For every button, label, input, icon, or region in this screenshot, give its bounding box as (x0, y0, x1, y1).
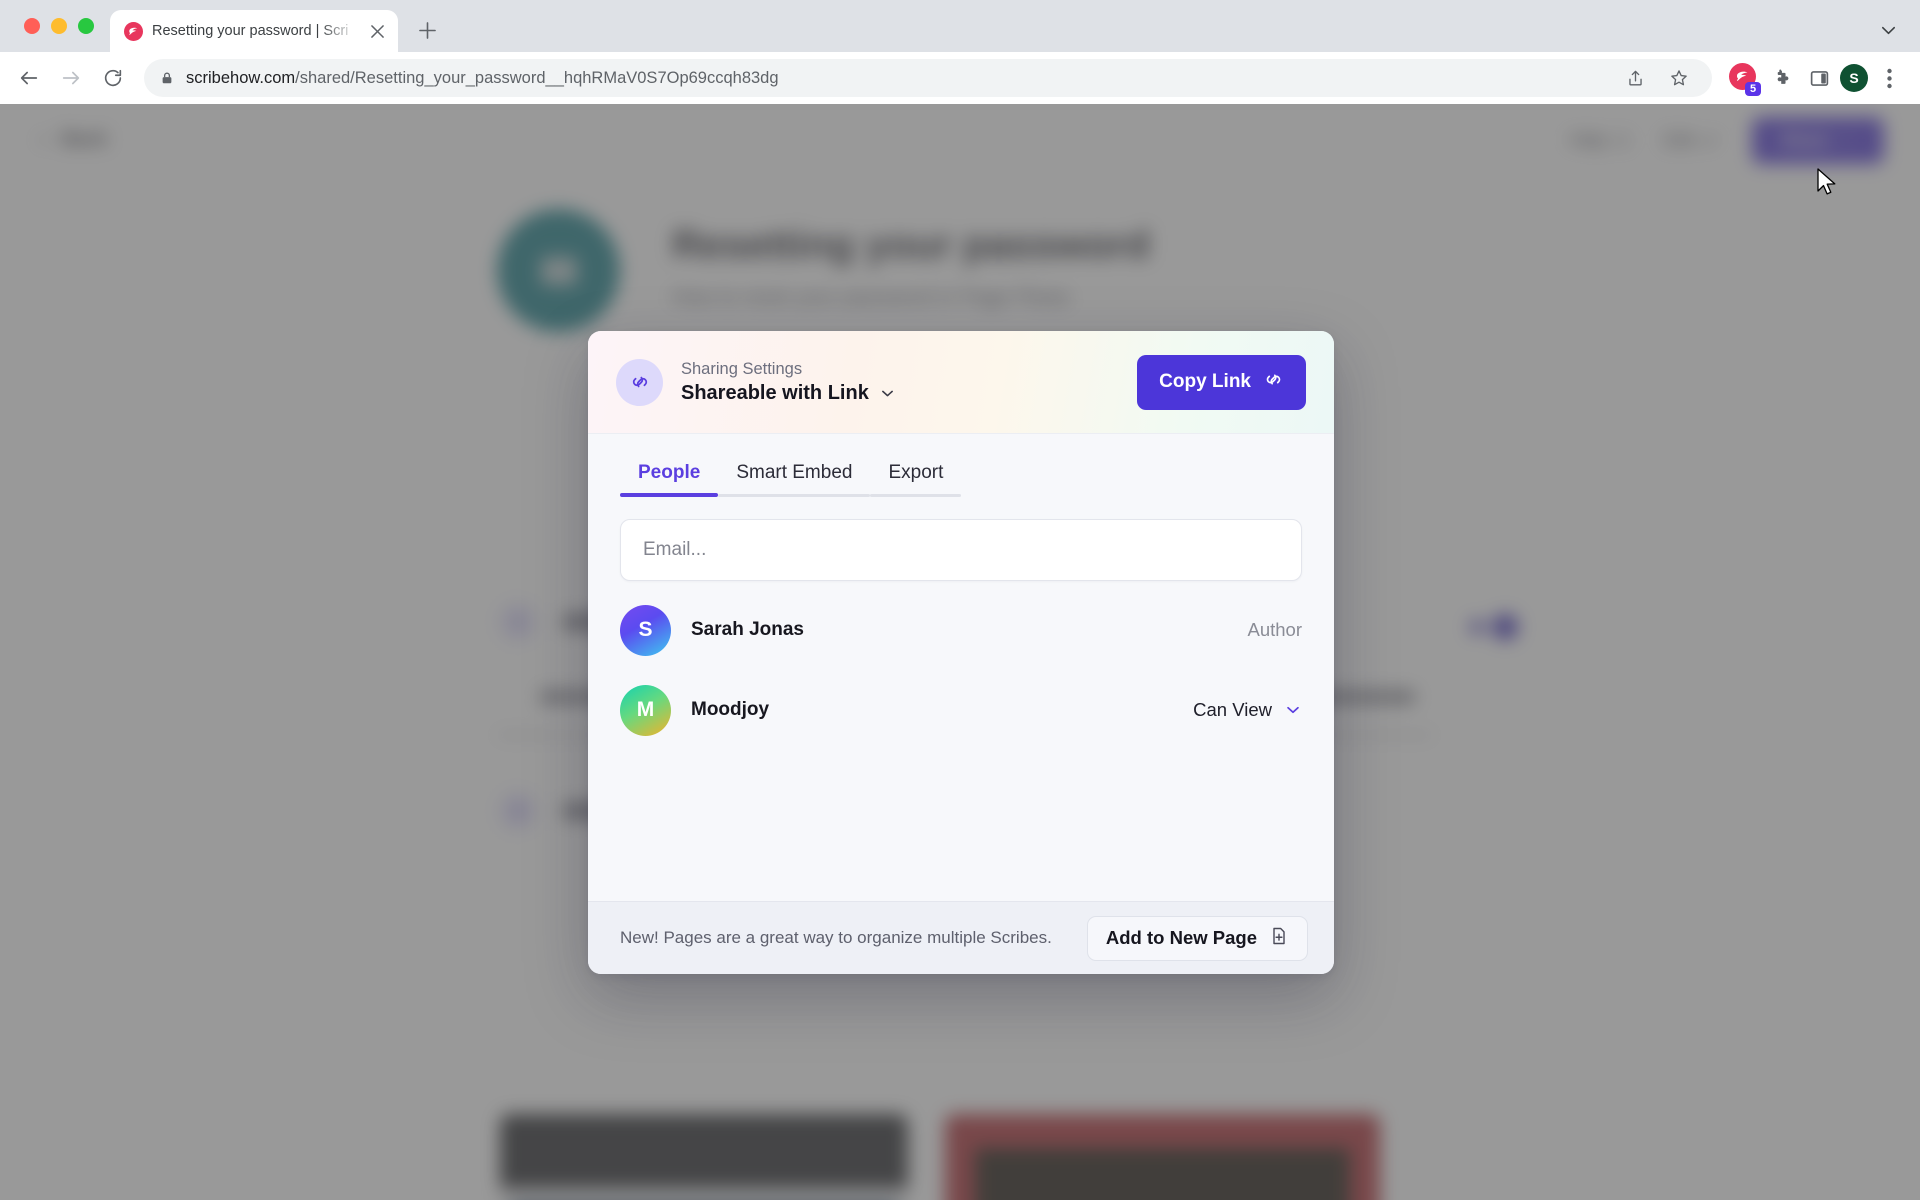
sharing-settings-label: Sharing Settings (681, 359, 803, 378)
browser-tab-strip: Resetting your password | Scri (0, 0, 1920, 52)
lock-icon (160, 71, 174, 85)
maximize-window-button[interactable] (78, 18, 94, 34)
browser-tab-active[interactable]: Resetting your password | Scri (110, 10, 398, 52)
add-to-new-page-button[interactable]: Add to New Page (1086, 915, 1308, 961)
person-row-author: S Sarah Jonas Author (620, 599, 1302, 661)
tab-people-underline (620, 493, 719, 497)
person-permission-dropdown[interactable]: Can View (1193, 699, 1302, 721)
add-to-new-page-label: Add to New Page (1105, 927, 1257, 948)
chevron-down-icon (1284, 701, 1302, 719)
scribe-extension-icon[interactable]: 5 (1726, 61, 1761, 96)
modal-footer: New! Pages are a great way to organize m… (588, 901, 1334, 974)
copy-link-label: Copy Link (1159, 371, 1251, 392)
modal-header-texts: Sharing Settings Shareable with Link (681, 360, 896, 405)
url-host: scribehow.com (186, 68, 296, 87)
browser-tab-title: Resetting your password | Scri (152, 23, 349, 39)
avatar-sarah-jonas: S (620, 604, 671, 656)
person-permission-value: Can View (1193, 699, 1272, 720)
tab-people-label: People (638, 462, 701, 483)
share-mode-value: Shareable with Link (681, 381, 869, 404)
copy-link-icon (1263, 369, 1284, 396)
address-bar[interactable]: scribehow.com/shared/Resetting_your_pass… (144, 59, 1712, 97)
minimize-window-button[interactable] (51, 18, 67, 34)
person-row-moodjoy: M Moodjoy Can View (620, 679, 1302, 741)
tab-export-underline (870, 494, 962, 497)
browser-window: Resetting your password | Scri scribehow… (0, 0, 1920, 1200)
profile-avatar[interactable]: S (1840, 64, 1868, 92)
tab-export[interactable]: Export (870, 462, 962, 497)
mouse-cursor (1817, 168, 1839, 198)
side-panel-icon[interactable] (1802, 61, 1836, 95)
person-name: Moodjoy (691, 699, 770, 720)
close-window-button[interactable] (24, 18, 40, 34)
person-role-wrap: Author (1247, 619, 1302, 641)
puzzle-icon[interactable] (1764, 61, 1798, 95)
avatar-initial: S (638, 618, 653, 641)
close-tab-button[interactable] (366, 20, 388, 42)
person-role-author: Author (1247, 619, 1302, 640)
reload-button[interactable] (94, 59, 132, 97)
tab-people[interactable]: People (620, 462, 719, 497)
footer-promo-text: New! Pages are a great way to organize m… (620, 928, 1052, 947)
window-traffic-lights (14, 0, 110, 52)
chevron-down-icon (879, 385, 896, 402)
address-bar-url: scribehow.com/shared/Resetting_your_pass… (186, 69, 779, 88)
modal-header: Sharing Settings Shareable with Link Cop… (588, 331, 1334, 434)
copy-link-button[interactable]: Copy Link (1137, 354, 1306, 410)
new-page-icon (1269, 926, 1289, 951)
extension-badge-count: 5 (1745, 81, 1761, 96)
back-button[interactable] (10, 59, 48, 97)
omnibox-actions (1618, 61, 1696, 95)
tab-smart-embed[interactable]: Smart Embed (718, 462, 871, 497)
url-path: /shared/Resetting_your_password__hqhRMaV… (295, 68, 779, 87)
browser-toolbar: scribehow.com/shared/Resetting_your_pass… (0, 52, 1920, 104)
tab-smart-embed-underline (718, 494, 871, 497)
new-tab-button[interactable] (410, 13, 444, 47)
scribe-favicon-icon (124, 21, 143, 41)
three-dot-menu-icon[interactable] (1872, 61, 1906, 95)
star-icon[interactable] (1662, 61, 1696, 95)
tab-smart-embed-label: Smart Embed (736, 462, 853, 483)
email-input-placeholder: Email... (643, 539, 707, 560)
sharing-settings-modal: Sharing Settings Shareable with Link Cop… (588, 331, 1334, 974)
share-mode-dropdown[interactable]: Shareable with Link (681, 382, 896, 405)
share-icon[interactable] (1618, 61, 1652, 95)
tab-search-chevron-icon[interactable] (1879, 21, 1898, 40)
modal-body: Email... S Sarah Jonas Author M Moodjoy … (588, 497, 1334, 901)
link-icon (616, 358, 663, 406)
person-name: Sarah Jonas (691, 619, 804, 640)
avatar-initial: M (636, 698, 655, 721)
modal-tabs: People Smart Embed Export (588, 434, 1334, 497)
tab-export-label: Export (888, 462, 944, 483)
email-input[interactable]: Email... (620, 519, 1302, 581)
avatar-moodjoy: M (620, 684, 671, 736)
forward-button[interactable] (52, 59, 90, 97)
